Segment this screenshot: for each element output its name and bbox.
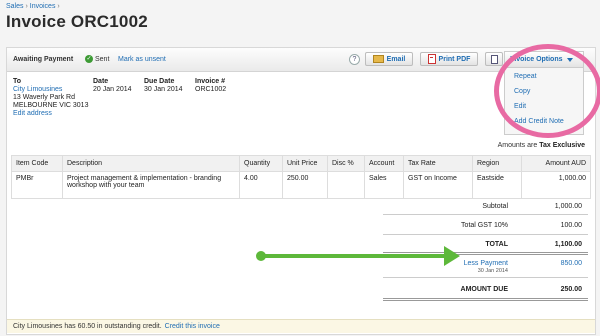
total-value: 1,100.00 (554, 241, 582, 248)
total-label: TOTAL (485, 241, 508, 248)
tax-rate-cell[interactable]: GST on Income (403, 171, 473, 199)
pdf-icon (427, 54, 436, 64)
amounts-are: Amounts are Tax Exclusive (498, 142, 585, 149)
to-block: To City Limousines 13 Waverly Park Rd ME… (13, 78, 88, 118)
credit-notice-text: City Limousines has 60.50 in outstanding… (13, 323, 162, 330)
credit-notice-bar: City Limousines has 60.50 in outstanding… (7, 319, 595, 333)
column-header: Account (364, 155, 404, 172)
copy-document-button[interactable] (485, 52, 503, 66)
due-date-block: Due Date 30 Jan 2014 (144, 78, 183, 94)
divider (383, 298, 588, 301)
sent-indicator: ✓ Sent (85, 55, 109, 63)
description-cell[interactable]: Project management & implementation - br… (62, 171, 240, 199)
table-header-row: Item Code Description Quantity Unit Pric… (11, 155, 591, 172)
address-line-2: MELBOURNE VIC 3013 (13, 102, 89, 109)
contact-name-link[interactable]: City Limousines (13, 86, 62, 93)
annotation-arrow-line (262, 254, 448, 258)
table-row[interactable]: PMBr Project management & implementation… (11, 171, 591, 199)
less-payment-link[interactable]: Less Payment (464, 260, 508, 267)
invoice-number-label: Invoice # (195, 78, 225, 85)
discount-cell[interactable] (327, 171, 365, 199)
credit-invoice-link[interactable]: Credit this invoice (165, 323, 220, 330)
invoice-number-value: ORC1002 (195, 86, 227, 93)
divider (383, 234, 588, 235)
breadcrumb-invoices-link[interactable]: Invoices (30, 3, 56, 10)
mark-unsent-link[interactable]: Mark as unsent (118, 56, 166, 63)
divider (383, 277, 588, 278)
amounts-are-value[interactable]: Tax Exclusive (539, 142, 585, 149)
help-icon[interactable]: ? (349, 54, 360, 65)
breadcrumb-separator: › (25, 3, 28, 10)
print-pdf-button[interactable]: Print PDF (420, 52, 478, 66)
breadcrumb-sales-link[interactable]: Sales (6, 3, 24, 10)
subtotal-label: Subtotal (482, 203, 508, 210)
arrow-right-icon (444, 246, 460, 266)
page-title: Invoice ORC1002 (6, 12, 148, 31)
column-header: Region (472, 155, 522, 172)
envelope-icon (372, 55, 384, 63)
item-code-cell[interactable]: PMBr (11, 171, 63, 199)
account-cell[interactable]: Sales (364, 171, 404, 199)
due-date-label: Due Date (144, 78, 175, 85)
date-block: Date 20 Jan 2014 (93, 78, 132, 94)
email-button[interactable]: Email (365, 52, 413, 66)
document-icon (490, 54, 498, 64)
highlight-circle (494, 44, 600, 138)
column-header: Item Code (11, 155, 63, 172)
invoice-number-block: Invoice # ORC1002 (195, 78, 226, 94)
amount-due-value: 250.00 (560, 286, 582, 293)
column-header: Description (62, 155, 240, 172)
status-text: Awaiting Payment (13, 56, 74, 63)
amount-due-label: AMOUNT DUE (460, 286, 508, 293)
gst-label: Total GST 10% (461, 222, 508, 229)
column-header: Unit Price (282, 155, 328, 172)
address-line-1: 13 Waverly Park Rd (13, 94, 75, 101)
column-header: Tax Rate (403, 155, 473, 172)
amount-cell[interactable]: 1,000.00 (521, 171, 591, 199)
divider (383, 214, 588, 215)
subtotal-value: 1,000.00 (554, 203, 582, 210)
amounts-are-label: Amounts are (497, 142, 538, 149)
email-label: Email (386, 55, 406, 63)
region-cell[interactable]: Eastside (472, 171, 522, 199)
sent-label: Sent (95, 55, 110, 63)
date-label: Date (93, 78, 109, 85)
edit-address-link[interactable]: Edit address (13, 110, 52, 117)
less-payment-value[interactable]: 850.00 (561, 260, 582, 267)
check-icon: ✓ (85, 55, 93, 63)
breadcrumb: Sales › Invoices › (6, 3, 60, 10)
breadcrumb-separator: › (57, 3, 60, 10)
line-items-table: Item Code Description Quantity Unit Pric… (11, 155, 591, 199)
date-value: 20 Jan 2014 (93, 86, 132, 93)
to-label: To (13, 78, 22, 85)
unit-price-cell[interactable]: 250.00 (282, 171, 328, 199)
print-pdf-label: Print PDF (438, 55, 471, 63)
gst-value: 100.00 (560, 222, 582, 229)
less-payment-date: 30 Jan 2014 (477, 268, 508, 274)
quantity-cell[interactable]: 4.00 (239, 171, 283, 199)
column-header: Quantity (239, 155, 283, 172)
column-header: Disc % (327, 155, 365, 172)
due-date-value: 30 Jan 2014 (144, 86, 183, 93)
column-header: Amount AUD (521, 155, 591, 172)
